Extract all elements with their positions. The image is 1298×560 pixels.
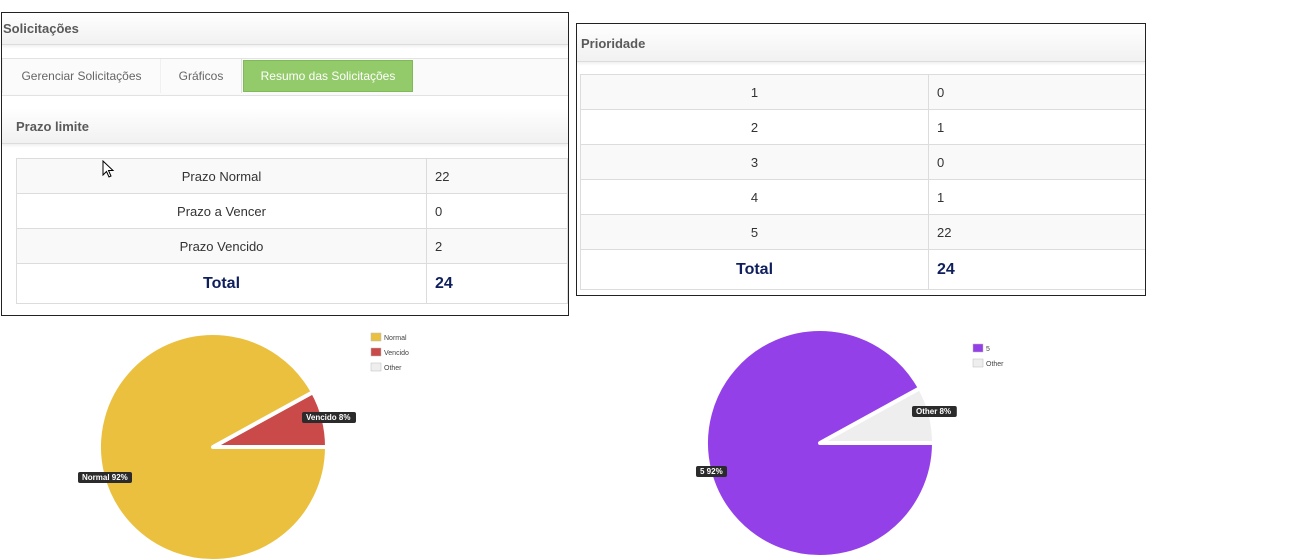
legend-item-5[interactable]: 5 bbox=[972, 343, 990, 353]
deadline-section-title: Prazo limite bbox=[2, 108, 568, 144]
row-value: 0 bbox=[928, 74, 1145, 110]
table-row: 2 1 bbox=[580, 109, 1145, 145]
total-value: 24 bbox=[426, 263, 568, 304]
table-row: 1 0 bbox=[580, 74, 1145, 110]
table-row: Prazo a Vencer 0 bbox=[16, 193, 568, 229]
requests-panel: Solicitações Gerenciar Solicitações Gráf… bbox=[1, 12, 569, 316]
svg-text:Other 8%: Other 8% bbox=[916, 407, 951, 416]
table-row: Prazo Vencido 2 bbox=[16, 228, 568, 264]
svg-text:Other: Other bbox=[986, 361, 1004, 368]
row-label: Prazo Normal bbox=[16, 158, 427, 194]
row-label: 4 bbox=[580, 179, 929, 215]
pie-label-other: Other 8% bbox=[912, 406, 957, 417]
pie-slice-5[interactable] bbox=[704, 327, 936, 559]
svg-text:Normal 92%: Normal 92% bbox=[82, 473, 128, 482]
total-value: 24 bbox=[928, 249, 1145, 290]
tab-bar: Gerenciar Solicitações Gráficos Resumo d… bbox=[2, 58, 568, 96]
deadline-pie-chart: Normal 92% Vencido 8% Normal Vencido Other bbox=[78, 331, 409, 560]
priority-table: 1 0 2 1 3 0 4 1 5 22 Total 24 bbox=[580, 74, 1145, 290]
row-label: 5 bbox=[580, 214, 929, 250]
priority-header: Prioridade bbox=[577, 24, 1145, 62]
row-value: 2 bbox=[426, 228, 568, 264]
legend-item-vencido[interactable]: Vencido bbox=[370, 347, 409, 357]
row-value: 0 bbox=[928, 144, 1145, 180]
row-value: 22 bbox=[928, 214, 1145, 250]
table-row: 5 22 bbox=[580, 214, 1145, 250]
deadline-table: Prazo Normal 22 Prazo a Vencer 0 Prazo V… bbox=[16, 158, 568, 304]
pie-slice-normal[interactable] bbox=[97, 331, 329, 560]
pie-label-normal: Normal 92% bbox=[78, 472, 132, 483]
requests-header: Solicitações bbox=[2, 13, 568, 45]
table-row: 3 0 bbox=[580, 144, 1145, 180]
svg-text:5 92%: 5 92% bbox=[700, 467, 723, 476]
row-label: 1 bbox=[580, 74, 929, 110]
total-row: Total 24 bbox=[580, 249, 1145, 290]
tab-manage-requests[interactable]: Gerenciar Solicitações bbox=[2, 59, 161, 93]
priority-pie-chart: 5 92% Other 8% 5 Other bbox=[696, 327, 1004, 559]
legend-item-normal[interactable]: Normal bbox=[370, 332, 407, 342]
table-row: 4 1 bbox=[580, 179, 1145, 215]
pie-label-vencido: Vencido 8% bbox=[302, 412, 356, 423]
svg-text:Other: Other bbox=[384, 365, 402, 372]
row-value: 1 bbox=[928, 109, 1145, 145]
total-label: Total bbox=[580, 249, 929, 290]
priority-panel: Prioridade 1 0 2 1 3 0 4 1 5 22 Total 24 bbox=[576, 23, 1146, 296]
row-label: 3 bbox=[580, 144, 929, 180]
legend-item-other[interactable]: Other bbox=[972, 358, 1004, 368]
row-label: Prazo Vencido bbox=[16, 228, 427, 264]
row-value: 1 bbox=[928, 179, 1145, 215]
row-value: 22 bbox=[426, 158, 568, 194]
svg-text:Normal: Normal bbox=[384, 335, 407, 342]
table-row: Prazo Normal 22 bbox=[16, 158, 568, 194]
total-row: Total 24 bbox=[16, 263, 568, 304]
row-label: 2 bbox=[580, 109, 929, 145]
tab-requests-summary[interactable]: Resumo das Solicitações bbox=[243, 60, 413, 92]
row-value: 0 bbox=[426, 193, 568, 229]
svg-text:Vencido: Vencido bbox=[384, 350, 409, 357]
pie-label-5: 5 92% bbox=[696, 466, 727, 477]
total-label: Total bbox=[16, 263, 427, 304]
row-label: Prazo a Vencer bbox=[16, 193, 427, 229]
mouse-cursor-icon bbox=[102, 160, 115, 178]
tab-charts[interactable]: Gráficos bbox=[160, 59, 242, 93]
svg-text:5: 5 bbox=[986, 346, 990, 353]
legend-item-other[interactable]: Other bbox=[370, 362, 402, 372]
svg-text:Vencido 8%: Vencido 8% bbox=[306, 413, 350, 422]
